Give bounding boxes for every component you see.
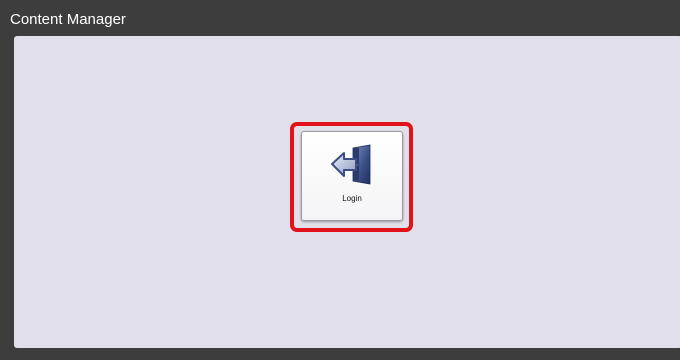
login-button[interactable]: Login [301,131,403,221]
login-label: Login [342,194,362,203]
content-manager-window: Content Manager Login [0,0,680,360]
window-title: Content Manager [10,11,126,28]
login-icon [331,144,371,185]
title-bar: Content Manager [0,0,680,34]
